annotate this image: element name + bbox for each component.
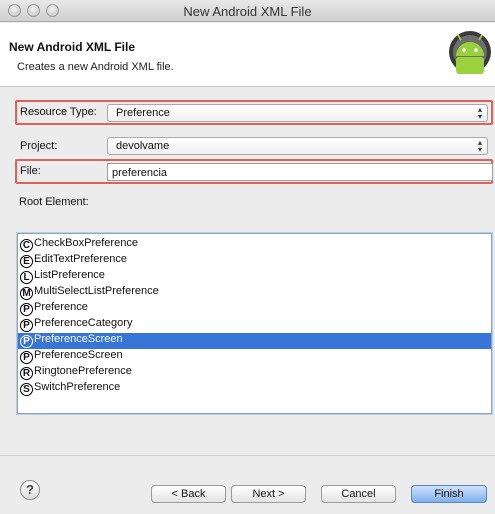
resource-type-value: Preference (116, 107, 170, 119)
element-type-icon: P (20, 335, 33, 348)
list-item-label: PreferenceScreen (34, 349, 123, 361)
help-icon[interactable]: ? (20, 480, 40, 500)
title-bar: New Android XML File (0, 0, 495, 22)
back-button[interactable]: < Back (151, 485, 226, 503)
list-item-label: MultiSelectListPreference (34, 285, 159, 297)
list-item-label: EditTextPreference (34, 253, 127, 265)
element-type-icon: L (20, 271, 33, 284)
select-arrows-icon: ▴ ▾ (477, 105, 482, 121)
list-item[interactable]: P PreferenceCategory (18, 317, 491, 333)
element-type-icon: P (20, 351, 33, 364)
root-element-list[interactable]: C CheckBoxPreference E EditTextPreference … (17, 233, 492, 414)
element-type-icon: P (20, 303, 33, 316)
list-item-label: RingtonePreference (34, 365, 132, 377)
footer-divider (0, 455, 495, 456)
wizard-title: New Android XML File (9, 40, 136, 54)
element-type-icon: E (20, 255, 33, 268)
resource-type-select[interactable]: Preference ▴ ▾ (107, 104, 488, 122)
window-title: New Android XML File (183, 4, 312, 19)
root-element-label: Root Element: (19, 196, 89, 208)
project-value: devolvame (116, 140, 170, 152)
resource-type-label: Resource Type: (20, 106, 97, 118)
dialog-window: New Android XML File New Android XML Fil… (0, 0, 495, 514)
list-item-label: PreferenceCategory (34, 317, 133, 329)
list-item[interactable]: P PreferenceScreen (18, 349, 491, 365)
list-item[interactable]: C CheckBoxPreference (18, 237, 491, 253)
list-item[interactable]: P Preference (18, 301, 491, 317)
element-type-icon: C (20, 239, 33, 252)
list-item[interactable]: M MultiSelectListPreference (18, 285, 491, 301)
element-type-icon: P (20, 319, 33, 332)
element-type-icon: M (20, 287, 33, 300)
list-item-label: ListPreference (34, 269, 105, 281)
wizard-description: Creates a new Android XML file. (17, 61, 174, 73)
cancel-button[interactable]: Cancel (321, 485, 396, 503)
select-arrows-icon: ▴ ▾ (477, 138, 482, 154)
element-type-icon: S (20, 383, 33, 396)
android-robot-icon (449, 31, 491, 74)
list-item-label: PreferenceScreen (34, 333, 123, 345)
list-item[interactable]: L ListPreference (18, 269, 491, 285)
list-item[interactable]: S SwitchPreference (18, 381, 491, 397)
list-item-label: SwitchPreference (34, 381, 121, 393)
list-item-label: CheckBoxPreference (34, 237, 138, 249)
project-select[interactable]: devolvame ▴ ▾ (107, 137, 488, 155)
project-label: Project: (20, 140, 58, 152)
list-item-label: Preference (34, 301, 88, 313)
list-item-selected[interactable]: P PreferenceScreen (18, 333, 491, 349)
list-item[interactable]: E EditTextPreference (18, 253, 491, 269)
finish-button[interactable]: Finish (411, 485, 487, 503)
next-button[interactable]: Next > (231, 485, 306, 503)
element-type-icon: R (20, 367, 33, 380)
file-name-input[interactable]: preferencia (107, 163, 493, 181)
wizard-header: New Android XML File Creates a new Andro… (0, 23, 495, 87)
file-label: File: (20, 165, 41, 177)
list-item[interactable]: R RingtonePreference (18, 365, 491, 381)
